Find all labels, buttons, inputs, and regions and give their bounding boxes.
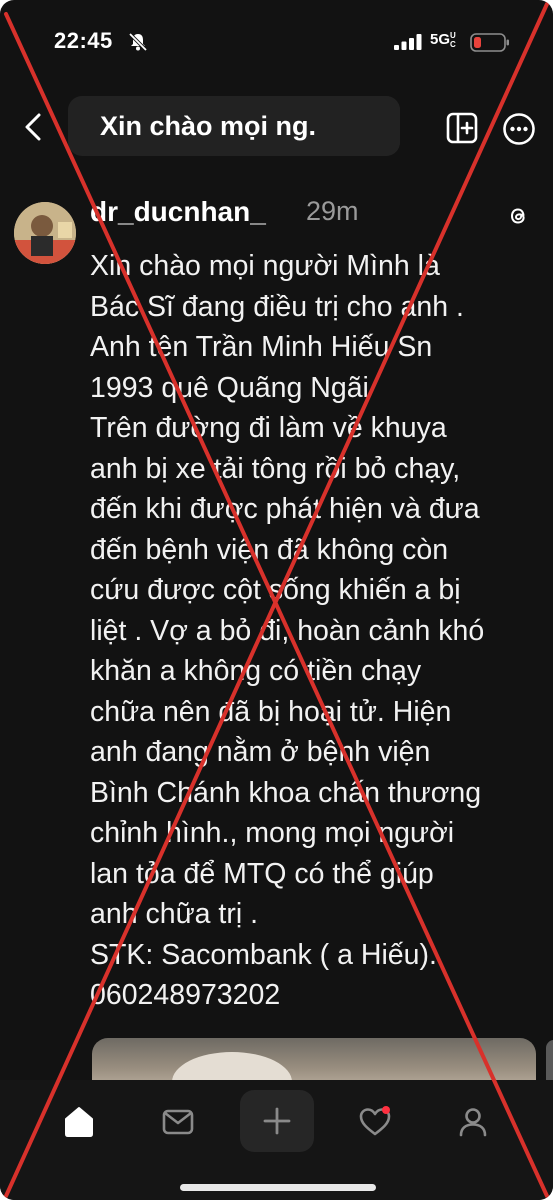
post-line: Bác Sĩ đang điều trị cho anh .	[90, 290, 464, 323]
username[interactable]: dr_ducnhan_	[90, 196, 266, 228]
status-time: 22:45	[54, 28, 113, 53]
avatar[interactable]	[14, 202, 76, 264]
post-line: STK: Sacombank ( a Hiếu).	[90, 938, 437, 971]
person-icon	[459, 1108, 487, 1137]
tab-profile[interactable]	[438, 1092, 508, 1152]
tab-inbox[interactable]	[143, 1092, 213, 1152]
post-line: anh bị xe tải tông rồi bỏ chạy,	[90, 452, 461, 485]
more-icon[interactable]	[502, 112, 536, 146]
inbox-icon	[162, 1109, 194, 1135]
post-line: đến khi được phát hiện và đưa	[90, 493, 480, 525]
post-line: đến bệnh viện đã không còn	[90, 533, 449, 566]
post-line: Anh tên Trần Minh Hiếu Sn	[90, 331, 433, 363]
network-label: 5GUC	[430, 31, 456, 49]
threads-icon	[510, 208, 525, 224]
home-icon	[65, 1107, 93, 1137]
tab-create[interactable]	[240, 1090, 314, 1152]
tab-home[interactable]	[44, 1092, 114, 1152]
post-line: chỉnh hình., mong mọi người	[90, 817, 455, 849]
heart-icon	[359, 1106, 391, 1136]
post-time: 29m	[306, 196, 359, 226]
title-fade	[340, 96, 400, 156]
signal-icon	[394, 34, 422, 50]
plus-icon	[263, 1107, 291, 1135]
post-line: lan tỏa để MTQ có thể giúp	[90, 857, 434, 890]
post-line: khăn a không có tiền chạy	[90, 655, 422, 687]
home-indicator	[180, 1184, 376, 1191]
split-view-icon[interactable]	[446, 112, 478, 144]
post-line: chữa nên đã bị hoại tử. Hiện	[90, 695, 452, 728]
title-pill[interactable]: Xin chào mọi ng.	[68, 96, 400, 156]
tab-activity[interactable]	[340, 1092, 410, 1152]
post-line: 060248973202	[90, 979, 281, 1011]
post-line: Trên đường đi làm về khuya	[90, 412, 447, 444]
post-line: cứu được cột sống khiến a bị	[90, 574, 461, 606]
bell-slash-icon	[128, 32, 148, 52]
post-line: liệt . Vợ a bỏ đi, hoàn cảnh khó	[90, 614, 485, 647]
post-line: Bình Chánh khoa chấn thương	[90, 776, 482, 809]
post-line: anh đang nằm ở bệnh viện	[90, 736, 431, 768]
tab-bar	[0, 1080, 553, 1200]
status-bar: 22:45 5GUC	[0, 28, 553, 58]
chevron-left-icon[interactable]	[20, 112, 46, 142]
post-body: Xin chào mọi người Mình là Bác Sĩ đang đi…	[90, 246, 540, 1016]
battery-icon	[470, 33, 509, 52]
post-line: Xin chào mọi người Mình là	[90, 250, 440, 282]
post-line: 1993 quê Quãng Ngãi	[90, 371, 369, 404]
header: Xin chào mọi ng.	[0, 96, 553, 160]
screen: 22:45 5GUC Xin chào mọi ng. dr_ducnhan_ …	[0, 0, 553, 1200]
post-line: anh chữa trị .	[90, 898, 258, 930]
page-title: Xin chào mọi ng.	[100, 111, 317, 141]
